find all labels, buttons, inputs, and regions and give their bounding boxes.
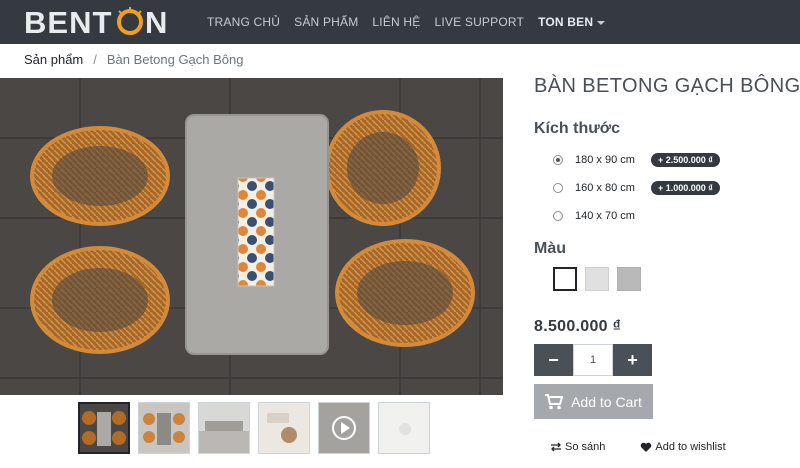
color-swatch-gray[interactable] xyxy=(617,267,641,291)
color-label: Màu xyxy=(534,240,566,257)
nav-products[interactable]: SẢN PHẨM xyxy=(294,15,358,29)
quantity-minus-button[interactable]: − xyxy=(534,344,573,376)
breadcrumb: Sản phẩm / Bàn Betong Gạch Bông xyxy=(24,52,244,67)
add-to-cart-button[interactable]: Add to Cart xyxy=(534,384,653,419)
product-title: BÀN BETONG GẠCH BÔNG xyxy=(534,75,800,97)
size-label: Kích thước xyxy=(534,120,621,137)
compare-link[interactable]: So sánh xyxy=(550,441,605,453)
thumbnail-2[interactable] xyxy=(138,402,190,454)
size-text-3: 140 x 70 cm xyxy=(575,210,635,222)
breadcrumb-products[interactable]: Sản phẩm xyxy=(24,52,83,67)
add-to-cart-label: Add to Cart xyxy=(571,393,642,410)
size-radio-3[interactable] xyxy=(553,211,563,221)
breadcrumb-current: Bàn Betong Gạch Bông xyxy=(106,52,244,67)
nav-contact[interactable]: LIÊN HỆ xyxy=(372,15,420,29)
cart-icon xyxy=(545,393,564,409)
caret-down-icon xyxy=(597,20,606,25)
user-menu[interactable]: TON BEN xyxy=(538,15,606,29)
thumbnail-5-video[interactable] xyxy=(318,402,370,454)
quantity-plus-button[interactable]: + xyxy=(613,344,652,376)
color-swatch-white[interactable] xyxy=(553,267,577,291)
chair-top-left xyxy=(30,126,170,226)
chair-top-right xyxy=(325,110,441,226)
product-price: 8.500.000 ₫ xyxy=(534,318,622,335)
compare-icon xyxy=(551,442,561,452)
quantity-input[interactable]: 1 xyxy=(573,344,613,376)
nav-home[interactable]: TRANG CHỦ xyxy=(207,15,280,29)
chair-bottom-right xyxy=(335,239,475,347)
size-radio-1[interactable] xyxy=(553,155,563,165)
nav-menu: TRANG CHỦ SẢN PHẨM LIÊN HỆ LIVE SUPPORT … xyxy=(207,0,619,44)
size-option-3[interactable]: 140 x 70 cm xyxy=(553,207,651,225)
size-badge-2: + 1.000.000 ₫ xyxy=(651,181,720,195)
size-badge-1: + 2.500.000 ₫ xyxy=(651,153,720,167)
svg-text:BENT: BENT xyxy=(24,7,112,37)
product-actions: So sánh Add to wishlist xyxy=(550,441,726,453)
thumbnail-3[interactable] xyxy=(198,402,250,454)
navbar: BENT N TRANG CHỦ SẢN PHẨM LIÊN HỆ LIVE S… xyxy=(0,0,800,44)
user-name: TON BEN xyxy=(538,15,594,29)
brand-logo[interactable]: BENT N xyxy=(24,7,188,37)
logo-icon: BENT N xyxy=(24,7,167,37)
size-text-1: 180 x 90 cm xyxy=(575,154,635,166)
heart-icon xyxy=(641,442,652,452)
wishlist-link[interactable]: Add to wishlist xyxy=(640,441,726,453)
wishlist-label: Add to wishlist xyxy=(655,441,726,453)
color-swatch-light-gray[interactable] xyxy=(585,267,609,291)
color-swatches xyxy=(553,267,641,291)
size-option-1[interactable]: 180 x 90 cm + 2.500.000 ₫ xyxy=(553,151,720,169)
quantity-stepper: − 1 + xyxy=(534,344,652,376)
size-radio-2[interactable] xyxy=(553,183,563,193)
product-photo xyxy=(0,78,503,395)
chair-bottom-left xyxy=(30,246,170,354)
size-text-2: 160 x 80 cm xyxy=(575,182,635,194)
size-option-2[interactable]: 160 x 80 cm + 1.000.000 ₫ xyxy=(553,179,720,197)
compare-label: So sánh xyxy=(565,441,606,453)
thumbnail-1[interactable] xyxy=(78,402,130,454)
thumbnail-strip xyxy=(78,402,430,454)
svg-text:N: N xyxy=(145,7,167,37)
thumbnail-6[interactable] xyxy=(378,402,430,454)
thumbnail-4[interactable] xyxy=(258,402,310,454)
breadcrumb-separator: / xyxy=(93,52,97,67)
nav-live-support[interactable]: LIVE SUPPORT xyxy=(435,15,525,29)
product-main-image[interactable] xyxy=(0,78,503,395)
